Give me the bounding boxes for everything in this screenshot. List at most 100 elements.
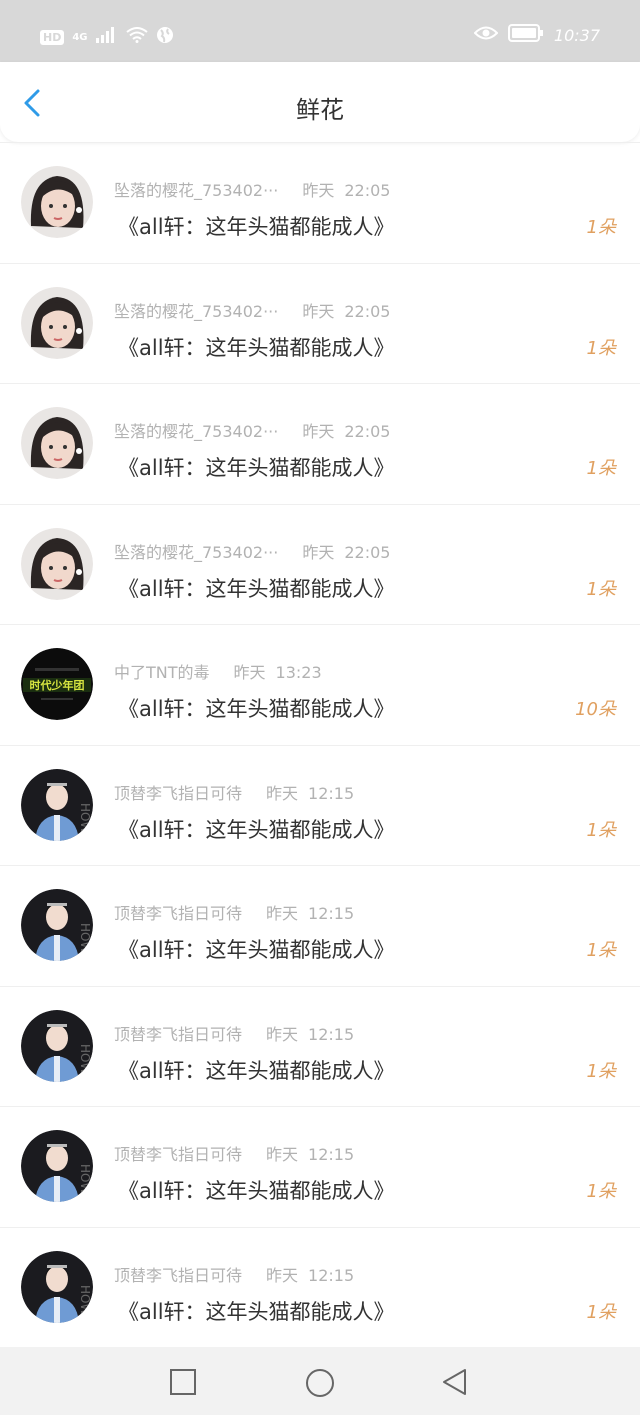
flower-record-row[interactable]: HOW 顶替李飞指日可待 昨天 12:15 《all轩：这年头猫都能成人》 1朵 — [0, 744, 640, 866]
flower-record-row[interactable]: HOW 顶替李飞指日可待 昨天 12:15 《all轩：这年头猫都能成人》 1朵 — [0, 1106, 640, 1227]
record-day: 昨天 — [266, 1145, 299, 1164]
flower-record-row[interactable]: 坠落的樱花_753402··· 昨天 22:05 《all轩：这年头猫都能成人》 1朵 — [0, 383, 640, 504]
clock-time: 10:37 — [553, 25, 600, 45]
flower-count: 1朵 — [586, 578, 616, 600]
flower-list: 坠落的樱花_753402··· 昨天 22:05 《all轩：这年头猫都能成人》 1朵坠… — [0, 142, 640, 1347]
flower-count: 1朵 — [586, 819, 616, 841]
book-title[interactable]: 《all轩：这年头猫都能成人》 — [118, 693, 395, 723]
record-day: 昨天 — [302, 301, 335, 321]
triangle-back-icon — [443, 1369, 466, 1395]
book-title[interactable]: 《all轩：这年头猫都能成人》 — [118, 934, 395, 964]
user-name[interactable]: 顶替李飞指日可待 — [114, 904, 242, 923]
record-day: 昨天 — [233, 663, 266, 682]
user-name[interactable]: 坠落的樱花_753402··· — [114, 543, 278, 562]
flower-record-row[interactable]: 坠落的樱花_753402··· 昨天 22:05 《all轩：这年头猫都能成人》 1朵 — [0, 262, 640, 384]
flower-count: 10朵 — [575, 699, 616, 720]
user-name[interactable]: 顶替李飞指日可待 — [114, 784, 242, 803]
record-time: 12:15 — [308, 1145, 355, 1164]
page-header: 鲜花 — [0, 62, 640, 142]
record-meta: 坠落的樱花_753402··· 昨天 22:05 — [114, 418, 390, 442]
avatar[interactable]: HOW — [21, 1250, 93, 1323]
record-day: 昨天 — [302, 181, 335, 200]
flower-record-row[interactable]: 时代少年团 中了TNT的毒 昨天 13:23 《all轩：这年头猫都能成人》 10朵 — [0, 624, 640, 745]
system-nav-bar — [0, 1347, 640, 1415]
svg-text:HOW: HOW — [78, 923, 92, 953]
avatar[interactable] — [21, 286, 93, 359]
record-time: 12:15 — [308, 1024, 355, 1044]
circle-icon — [306, 1369, 334, 1397]
user-name[interactable]: 顶替李飞指日可待 — [114, 1145, 242, 1164]
record-meta: 坠落的樱花_753402··· 昨天 22:05 — [114, 177, 390, 201]
svg-text:HOW: HOW — [78, 1164, 92, 1194]
record-meta: 顶替李飞指日可待 昨天 12:15 — [114, 1021, 354, 1045]
record-day: 昨天 — [302, 422, 335, 441]
record-time: 12:15 — [308, 783, 355, 803]
flower-record-row[interactable]: 坠落的樱花_753402··· 昨天 22:05 《all轩：这年头猫都能成人》 1朵 — [0, 142, 640, 263]
record-meta: 顶替李飞指日可待 昨天 12:15 — [114, 780, 354, 804]
book-title[interactable]: 《all轩：这年头猫都能成人》 — [118, 1175, 395, 1205]
flower-count: 1朵 — [586, 1301, 616, 1323]
user-name[interactable]: 坠落的樱花_753402··· — [114, 181, 278, 200]
avatar[interactable] — [21, 166, 93, 238]
record-day: 昨天 — [302, 542, 335, 562]
flower-record-row[interactable]: 坠落的樱花_753402··· 昨天 22:05 《all轩：这年头猫都能成人》 1朵 — [0, 503, 640, 625]
eye-icon — [473, 25, 499, 45]
book-title[interactable]: 《all轩：这年头猫都能成人》 — [118, 332, 395, 362]
book-title[interactable]: 《all轩：这年头猫都能成人》 — [118, 211, 395, 241]
book-title[interactable]: 《all轩：这年头猫都能成人》 — [118, 1055, 395, 1085]
record-time: 12:15 — [308, 1265, 355, 1285]
record-time: 13:23 — [275, 663, 322, 682]
record-meta: 中了TNT的毒 昨天 13:23 — [114, 659, 322, 683]
book-title[interactable]: 《all轩：这年头猫都能成人》 — [118, 452, 395, 482]
record-day: 昨天 — [266, 904, 299, 923]
flower-record-row[interactable]: HOW 顶替李飞指日可待 昨天 12:15 《all轩：这年头猫都能成人》 1朵 — [0, 1226, 640, 1348]
flower-record-row[interactable]: HOW 顶替李飞指日可待 昨天 12:15 《all轩：这年头猫都能成人》 1朵 — [0, 985, 640, 1107]
avatar[interactable] — [21, 407, 93, 479]
recent-apps-button[interactable] — [168, 1367, 198, 1397]
network-label: 4G — [72, 31, 88, 43]
signal-icon — [95, 27, 118, 47]
avatar[interactable]: 时代少年团 — [21, 648, 93, 720]
book-title[interactable]: 《all轩：这年头猫都能成人》 — [118, 814, 395, 844]
book-title[interactable]: 《all轩：这年头猫都能成人》 — [118, 1296, 395, 1326]
page-title: 鲜花 — [296, 96, 344, 124]
record-time: 22:05 — [344, 542, 391, 562]
record-meta: 坠落的樱花_753402··· 昨天 22:05 — [114, 298, 390, 322]
record-meta: 顶替李飞指日可待 昨天 12:15 — [114, 1141, 354, 1165]
status-bar: HD 4G 10:37 — [0, 0, 640, 62]
home-button[interactable] — [304, 1367, 334, 1397]
svg-text:HOW: HOW — [78, 1285, 92, 1315]
record-time: 12:15 — [308, 904, 355, 923]
record-meta: 坠落的樱花_753402··· 昨天 22:05 — [114, 539, 390, 563]
flower-record-row[interactable]: HOW 顶替李飞指日可待 昨天 12:15 《all轩：这年头猫都能成人》 1朵 — [0, 865, 640, 986]
avatar[interactable] — [21, 527, 93, 600]
avatar[interactable]: HOW — [21, 1009, 93, 1082]
flower-count: 1朵 — [586, 940, 616, 961]
user-name[interactable]: 坠落的樱花_753402··· — [114, 422, 278, 441]
battery-icon — [507, 24, 544, 46]
user-name[interactable]: 中了TNT的毒 — [114, 663, 210, 682]
user-name[interactable]: 坠落的樱花_753402··· — [114, 302, 278, 321]
record-day: 昨天 — [266, 1265, 299, 1285]
record-time: 22:05 — [344, 181, 391, 200]
flower-count: 1朵 — [586, 458, 616, 479]
globe-icon — [156, 26, 174, 48]
wifi-icon — [125, 27, 148, 47]
avatar[interactable]: HOW — [21, 889, 93, 961]
svg-text:HOW: HOW — [78, 803, 92, 833]
status-right: 10:37 — [473, 24, 600, 46]
svg-text:HOW: HOW — [78, 1044, 92, 1074]
avatar[interactable]: HOW — [21, 1130, 93, 1202]
back-nav-button[interactable] — [440, 1367, 470, 1397]
square-icon — [170, 1369, 196, 1395]
book-title[interactable]: 《all轩：这年头猫都能成人》 — [118, 573, 395, 603]
record-day: 昨天 — [266, 1024, 299, 1044]
user-name[interactable]: 顶替李飞指日可待 — [114, 1025, 242, 1044]
flower-count: 1朵 — [586, 217, 616, 238]
flower-count: 1朵 — [586, 1181, 616, 1202]
user-name[interactable]: 顶替李飞指日可待 — [114, 1266, 242, 1285]
record-meta: 顶替李飞指日可待 昨天 12:15 — [114, 1262, 354, 1286]
record-time: 22:05 — [344, 422, 391, 441]
status-left: HD 4G — [40, 26, 174, 48]
avatar[interactable]: HOW — [21, 768, 93, 841]
